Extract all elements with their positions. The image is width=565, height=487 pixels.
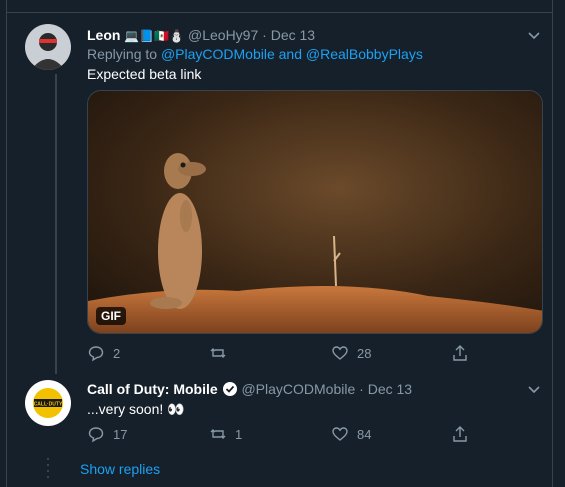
- tweet-date[interactable]: Dec 13: [271, 27, 315, 43]
- reply-button[interactable]: 2: [87, 344, 120, 362]
- chevron-down-icon[interactable]: [525, 380, 543, 398]
- tweet-header: Leon 💻📘🇲🇽⛄ @LeoHy97 · Dec 13: [87, 26, 315, 45]
- mention-realbobbyplays[interactable]: @RealBobbyPlays: [306, 46, 423, 62]
- display-name[interactable]: Leon: [87, 27, 120, 43]
- share-button[interactable]: [451, 344, 469, 362]
- more-replies-dots: [47, 458, 49, 482]
- like-count: 28: [357, 345, 372, 361]
- tweet-date[interactable]: Dec 13: [368, 381, 412, 397]
- reply-icon: [88, 427, 104, 443]
- tweet-text: ...very soon! 👀: [87, 401, 185, 417]
- share-icon: [453, 426, 467, 442]
- like-button[interactable]: 84: [331, 425, 371, 443]
- heart-icon: [332, 346, 348, 360]
- separator: ·: [359, 381, 364, 397]
- tweet-text: Expected beta link: [87, 66, 202, 82]
- divider: [6, 12, 553, 13]
- replying-and: and: [278, 46, 302, 62]
- like-button[interactable]: 28: [331, 344, 371, 362]
- retweet-icon: [210, 348, 226, 358]
- reply-icon: [88, 346, 104, 362]
- svg-text:CALL·DUTY: CALL·DUTY: [34, 402, 63, 408]
- gif-media[interactable]: GIF: [87, 90, 543, 334]
- name-emojis: 💻📘🇲🇽⛄: [124, 29, 185, 43]
- retweet-icon: [210, 429, 226, 439]
- mention-playcodmobile[interactable]: @PlayCODMobile: [161, 46, 275, 62]
- replying-prefix: Replying to: [87, 46, 158, 62]
- meerkat-gif-image: [88, 91, 542, 333]
- share-button[interactable]: [451, 425, 469, 443]
- reply-count: 17: [113, 426, 128, 442]
- share-icon: [453, 345, 467, 361]
- tweet-actions: 17 1 84: [87, 425, 487, 445]
- retweet-button[interactable]: 1: [209, 425, 242, 443]
- handle[interactable]: @PlayCODMobile: [241, 381, 355, 397]
- thread-connector: [55, 74, 57, 374]
- display-name[interactable]: Call of Duty: Mobile: [87, 381, 218, 397]
- show-replies-link[interactable]: Show replies: [80, 461, 160, 477]
- reply-button[interactable]: 17: [87, 425, 127, 443]
- tweet-leon[interactable]: Leon 💻📘🇲🇽⛄ @LeoHy97 · Dec 13 Replying to…: [7, 24, 553, 374]
- avatar-leon[interactable]: [25, 24, 71, 70]
- like-count: 84: [357, 426, 372, 442]
- verified-badge-icon: [222, 382, 237, 396]
- gif-badge: GIF: [96, 307, 126, 325]
- avatar-callofduty[interactable]: CALL·DUTY: [25, 380, 71, 426]
- tweet-actions: 2 28: [87, 344, 487, 364]
- tweet-header: Call of Duty: Mobile @PlayCODMobile · De…: [87, 380, 412, 398]
- tweet-callofduty[interactable]: CALL·DUTY Call of Duty: Mobile @PlayCODM…: [7, 378, 553, 448]
- handle[interactable]: @LeoHy97: [188, 27, 258, 43]
- reply-count: 2: [113, 345, 121, 361]
- heart-icon: [332, 427, 348, 441]
- separator: ·: [262, 27, 267, 43]
- retweet-button[interactable]: [209, 344, 235, 362]
- chevron-down-icon[interactable]: [525, 26, 543, 44]
- retweet-count: 1: [235, 426, 243, 442]
- replying-to: Replying to @PlayCODMobile and @RealBobb…: [87, 45, 423, 63]
